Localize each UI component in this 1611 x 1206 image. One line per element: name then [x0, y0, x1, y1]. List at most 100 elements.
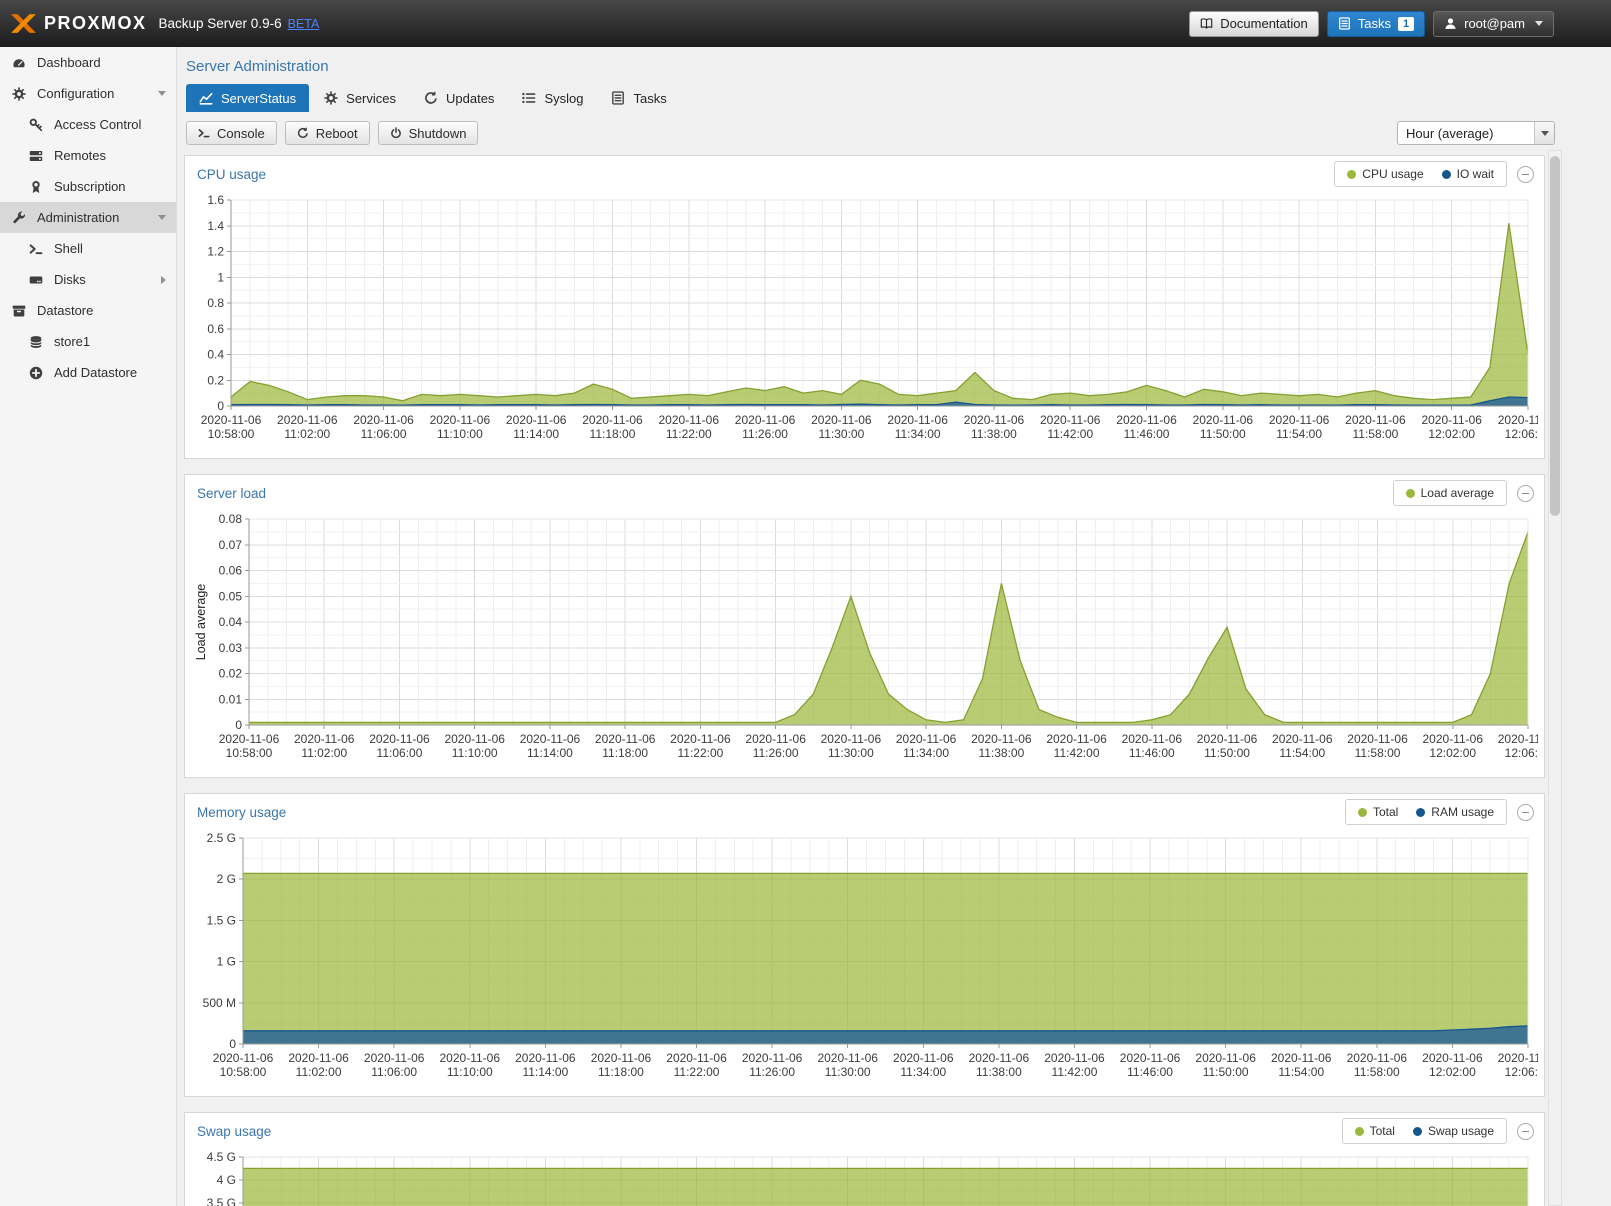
svg-text:10:58:00: 10:58:00	[226, 746, 273, 760]
sidebar-item-datastore[interactable]: Datastore	[0, 295, 176, 326]
legend-item-total[interactable]: Total	[1355, 1124, 1395, 1138]
svg-text:11:58:00: 11:58:00	[1352, 427, 1398, 441]
beta-link[interactable]: BETA	[288, 17, 320, 31]
svg-text:4.5 G: 4.5 G	[207, 1150, 236, 1164]
key-icon	[29, 118, 45, 132]
chart-legend[interactable]: CPU usage IO wait	[1334, 161, 1507, 187]
documentation-button[interactable]: Documentation	[1189, 11, 1318, 37]
collapse-panel-button[interactable]	[1517, 804, 1534, 821]
tab-tasks[interactable]: Tasks	[598, 84, 679, 112]
svg-text:0.06: 0.06	[219, 564, 243, 578]
ribbon-icon	[29, 180, 45, 194]
chevron-right-icon[interactable]	[161, 276, 166, 284]
panel-server-load: Server load Load average 00.010.020.030.…	[184, 474, 1545, 778]
collapse-panel-button[interactable]	[1517, 485, 1534, 502]
sidebar-item-store1[interactable]: store1	[0, 326, 176, 357]
sidebar-item-label: Administration	[37, 210, 119, 225]
sidebar-item-subscription[interactable]: Subscription	[0, 171, 176, 202]
svg-text:11:46:00: 11:46:00	[1129, 746, 1175, 760]
svg-text:10:58:00: 10:58:00	[220, 1065, 267, 1079]
user-menu-button[interactable]: root@pam	[1433, 11, 1554, 37]
console-button[interactable]: Console	[186, 121, 277, 145]
tasks-button[interactable]: Tasks 1	[1327, 11, 1425, 37]
collapse-panel-button[interactable]	[1517, 166, 1534, 183]
legend-item-io-wait[interactable]: IO wait	[1442, 167, 1494, 181]
vertical-scrollbar[interactable]	[1548, 150, 1562, 1206]
svg-text:12:06:00: 12:06:00	[1505, 1065, 1538, 1079]
sidebar-item-remotes[interactable]: Remotes	[0, 140, 176, 171]
chart-legend[interactable]: Total Swap usage	[1342, 1118, 1507, 1144]
hdd-icon	[29, 273, 45, 287]
svg-text:2020-11-06: 2020-11-06	[506, 413, 567, 427]
sidebar-item-administration[interactable]: Administration	[0, 202, 176, 233]
svg-text:2020-11-06: 2020-11-06	[1122, 732, 1183, 746]
panel-title: CPU usage	[197, 167, 266, 182]
svg-text:0: 0	[217, 399, 224, 413]
svg-text:11:22:00: 11:22:00	[674, 1065, 720, 1079]
tab-label: Syslog	[544, 91, 583, 106]
scrollbar-thumb[interactable]	[1550, 156, 1560, 516]
series-dot	[1416, 808, 1425, 817]
tab-serverstatus[interactable]: ServerStatus	[186, 84, 309, 112]
refresh-icon	[424, 91, 438, 105]
chart-legend[interactable]: Total RAM usage	[1345, 799, 1507, 825]
gear-icon	[12, 87, 28, 101]
svg-text:1.6: 1.6	[207, 193, 224, 207]
svg-text:11:34:00: 11:34:00	[900, 1065, 946, 1079]
sidebar-item-disks[interactable]: Disks	[0, 264, 176, 295]
sidebar-item-label: Add Datastore	[54, 365, 137, 380]
legend-label: Swap usage	[1428, 1124, 1494, 1138]
sidebar-item-dashboard[interactable]: Dashboard	[0, 47, 176, 78]
legend-item-total[interactable]: Total	[1358, 805, 1398, 819]
tab-services[interactable]: Services	[311, 84, 409, 112]
archive-box-icon	[12, 304, 28, 318]
svg-text:2020-11-06: 2020-11-06	[1040, 413, 1101, 427]
series-dot	[1358, 808, 1367, 817]
legend-label: Total	[1370, 1124, 1395, 1138]
svg-text:0: 0	[229, 1037, 236, 1051]
svg-text:2020-11-06: 2020-11-06	[893, 1051, 954, 1065]
shutdown-button[interactable]: Shutdown	[378, 121, 479, 145]
console-button-label: Console	[217, 126, 265, 141]
chevron-down-icon[interactable]	[158, 91, 166, 96]
svg-text:11:38:00: 11:38:00	[971, 427, 1017, 441]
legend-item-swap-usage[interactable]: Swap usage	[1413, 1124, 1494, 1138]
sidebar-nav: Dashboard Configuration Access Control R…	[0, 47, 177, 1206]
reboot-button[interactable]: Reboot	[285, 121, 370, 145]
svg-text:11:06:00: 11:06:00	[377, 746, 423, 760]
svg-text:2020-11-06: 2020-11-06	[1423, 732, 1484, 746]
memory-usage-chart: 0500 M1 G1.5 G2 G2.5 G2020-11-0610:58:00…	[191, 830, 1538, 1092]
tab-updates[interactable]: Updates	[411, 84, 507, 112]
sidebar-item-configuration[interactable]: Configuration	[0, 78, 176, 109]
svg-text:2020-11-06: 2020-11-06	[1498, 1051, 1538, 1065]
sidebar-item-access-control[interactable]: Access Control	[0, 109, 176, 140]
minus-icon	[1522, 812, 1529, 813]
svg-text:2020-11-06: 2020-11-06	[582, 413, 643, 427]
legend-item-load-average[interactable]: Load average	[1406, 486, 1494, 500]
legend-item-cpu-usage[interactable]: CPU usage	[1347, 167, 1423, 181]
svg-text:0.8: 0.8	[207, 296, 224, 310]
svg-text:11:14:00: 11:14:00	[522, 1065, 568, 1079]
sidebar-item-add-datastore[interactable]: Add Datastore	[0, 357, 176, 388]
svg-text:0.02: 0.02	[219, 667, 243, 681]
sidebar-item-label: Access Control	[54, 117, 141, 132]
legend-item-ram-usage[interactable]: RAM usage	[1416, 805, 1494, 819]
series-dot	[1406, 489, 1415, 498]
combo-trigger[interactable]	[1534, 122, 1554, 144]
svg-text:1.5 G: 1.5 G	[207, 913, 236, 927]
sidebar-item-shell[interactable]: Shell	[0, 233, 176, 264]
main-content: Server Administration ServerStatus Servi…	[178, 47, 1611, 1206]
collapse-panel-button[interactable]	[1517, 1123, 1534, 1140]
svg-text:2020-11-06: 2020-11-06	[201, 413, 262, 427]
chart-legend[interactable]: Load average	[1393, 480, 1507, 506]
chevron-down-icon	[1541, 131, 1549, 136]
svg-text:2020-11-06: 2020-11-06	[219, 732, 280, 746]
cpu-usage-chart: 00.20.40.60.811.21.41.62020-11-0610:58:0…	[191, 192, 1538, 454]
time-range-combobox[interactable]: Hour (average)	[1397, 121, 1555, 145]
svg-text:2020-11-06: 2020-11-06	[520, 732, 581, 746]
sidebar-item-label: Shell	[54, 241, 83, 256]
sidebar-item-label: Datastore	[37, 303, 93, 318]
tab-syslog[interactable]: Syslog	[509, 84, 596, 112]
chevron-down-icon[interactable]	[158, 215, 166, 220]
svg-text:Load average: Load average	[194, 584, 208, 661]
